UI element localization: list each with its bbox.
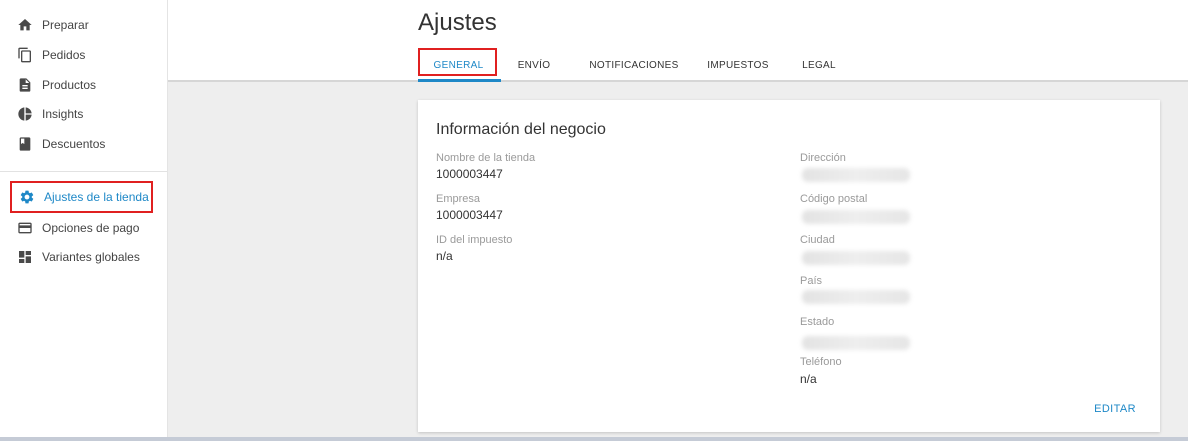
postal-code-value-redacted [802, 210, 910, 224]
page-title: Ajustes [418, 9, 497, 36]
credit-card-icon [16, 219, 34, 237]
sidebar-item-label: Opciones de pago [42, 221, 140, 235]
tab-general-highlight [418, 48, 497, 76]
phone-label: Teléfono [800, 356, 842, 368]
pie-chart-icon [16, 105, 34, 123]
copy-icon [16, 46, 34, 64]
sidebar-item-label: Descuentos [42, 137, 106, 151]
address-value-redacted [802, 168, 910, 182]
sidebar-item-label: Pedidos [42, 48, 86, 62]
dashboard-icon [16, 248, 34, 266]
state-label: Estado [800, 316, 835, 328]
company-value: 1000003447 [436, 208, 503, 222]
sidebar-item-opciones-de-pago[interactable]: Opciones de pago [10, 214, 153, 242]
bottom-scrollbar[interactable] [0, 437, 1188, 441]
sidebar-item-preparar[interactable]: Preparar [10, 11, 153, 39]
card-title: Información del negocio [436, 121, 606, 138]
sidebar-item-pedidos[interactable]: Pedidos [10, 41, 153, 69]
bookmark-icon [16, 135, 34, 153]
page-header: Ajustes GENERAL ENVÍO NOTIFICACIONES IMP… [168, 0, 1188, 82]
business-info-card: Información del negocio Nombre de la tie… [418, 100, 1160, 432]
document-icon [16, 76, 34, 94]
country-label: País [800, 275, 823, 287]
tab-envio[interactable]: ENVÍO [510, 50, 558, 80]
tax-id-value: n/a [436, 249, 453, 263]
sidebar-item-label: Variantes globales [42, 250, 140, 264]
store-name-value: 1000003447 [436, 167, 503, 181]
tab-legal[interactable]: LEGAL [794, 50, 844, 80]
active-tab-indicator [418, 79, 501, 82]
tab-notificaciones[interactable]: NOTIFICACIONES [578, 50, 690, 80]
edit-button[interactable]: EDITAR [1094, 403, 1136, 415]
store-name-label: Nombre de la tienda [436, 152, 536, 164]
gear-icon [18, 188, 36, 206]
tab-impuestos[interactable]: IMPUESTOS [700, 50, 776, 80]
sidebar: Preparar Pedidos Productos Insights Desc… [0, 0, 168, 441]
sidebar-item-label: Preparar [42, 18, 89, 32]
city-label: Ciudad [800, 234, 835, 246]
city-value-redacted [802, 251, 910, 265]
sidebar-item-ajustes-de-la-tienda[interactable]: Ajustes de la tienda [10, 181, 153, 213]
sidebar-item-label: Insights [42, 107, 84, 121]
sidebar-item-descuentos[interactable]: Descuentos [10, 130, 153, 158]
company-label: Empresa [436, 193, 481, 205]
sidebar-divider [0, 171, 167, 172]
postal-code-label: Código postal [800, 193, 868, 205]
tax-id-label: ID del impuesto [436, 234, 513, 246]
country-value-redacted [802, 290, 910, 304]
address-label: Dirección [800, 152, 846, 164]
main-content: Ajustes GENERAL ENVÍO NOTIFICACIONES IMP… [168, 0, 1188, 441]
sidebar-item-label: Ajustes de la tienda [44, 190, 149, 204]
sidebar-item-insights[interactable]: Insights [10, 100, 153, 128]
sidebar-item-productos[interactable]: Productos [10, 71, 153, 99]
phone-value: n/a [800, 372, 817, 386]
home-icon [16, 16, 34, 34]
sidebar-item-label: Productos [42, 78, 97, 92]
sidebar-item-variantes-globales[interactable]: Variantes globales [10, 243, 153, 271]
state-value-redacted [802, 336, 910, 350]
